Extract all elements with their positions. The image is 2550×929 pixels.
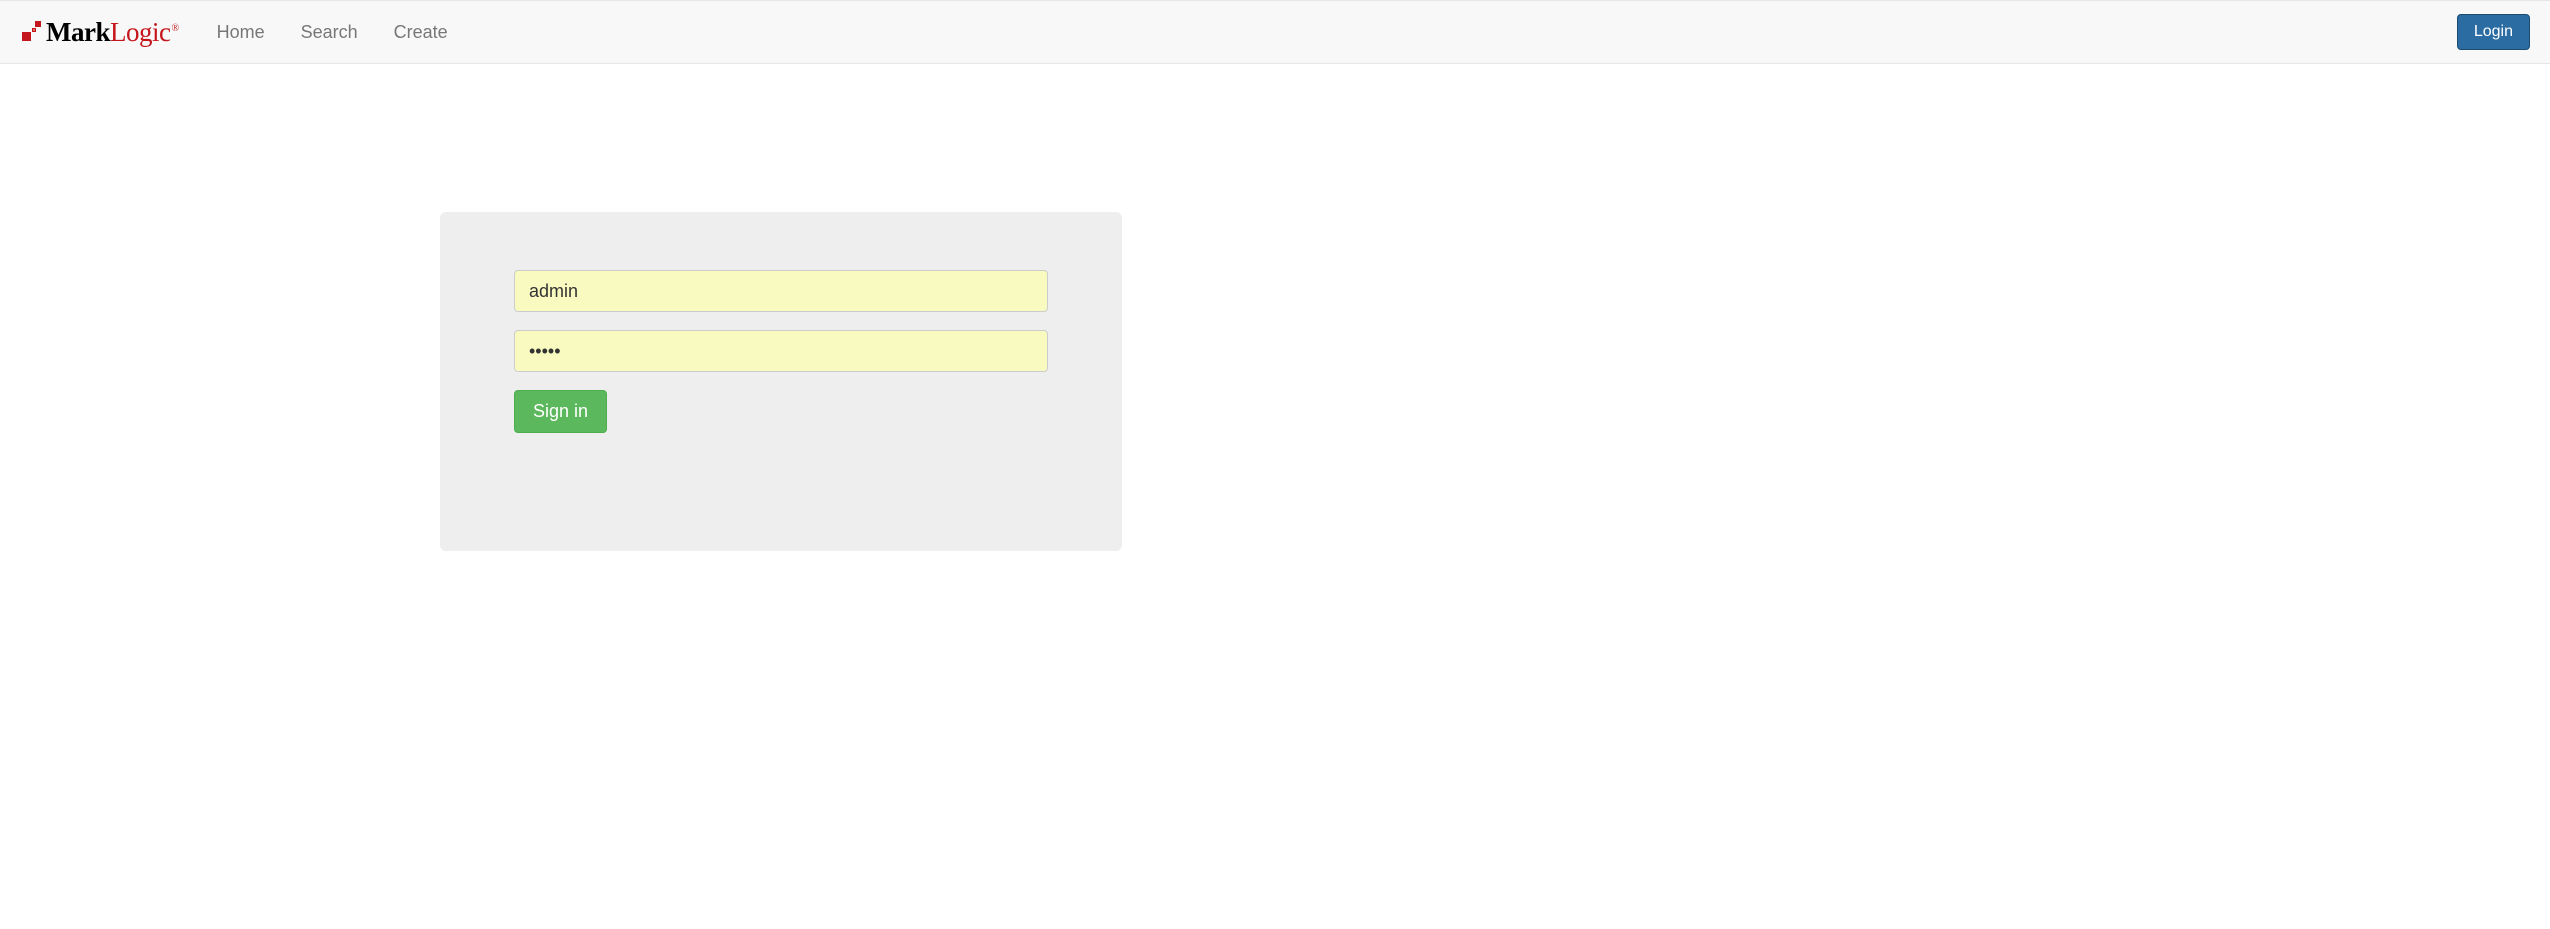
brand-logo[interactable]: MarkLogic® (20, 17, 179, 48)
nav-search[interactable]: Search (301, 22, 358, 43)
nav-links: Home Search Create (217, 22, 2457, 43)
signin-button[interactable]: Sign in (514, 390, 607, 433)
password-input[interactable] (514, 330, 1048, 372)
brand-text: MarkLogic® (46, 17, 179, 48)
main-content: Sign in (0, 64, 2550, 551)
logo-mark-icon (20, 21, 42, 43)
username-input[interactable] (514, 270, 1048, 312)
login-button[interactable]: Login (2457, 14, 2530, 50)
login-card: Sign in (440, 212, 1122, 551)
nav-create[interactable]: Create (394, 22, 448, 43)
navbar: MarkLogic® Home Search Create Login (0, 0, 2550, 64)
nav-home[interactable]: Home (217, 22, 265, 43)
